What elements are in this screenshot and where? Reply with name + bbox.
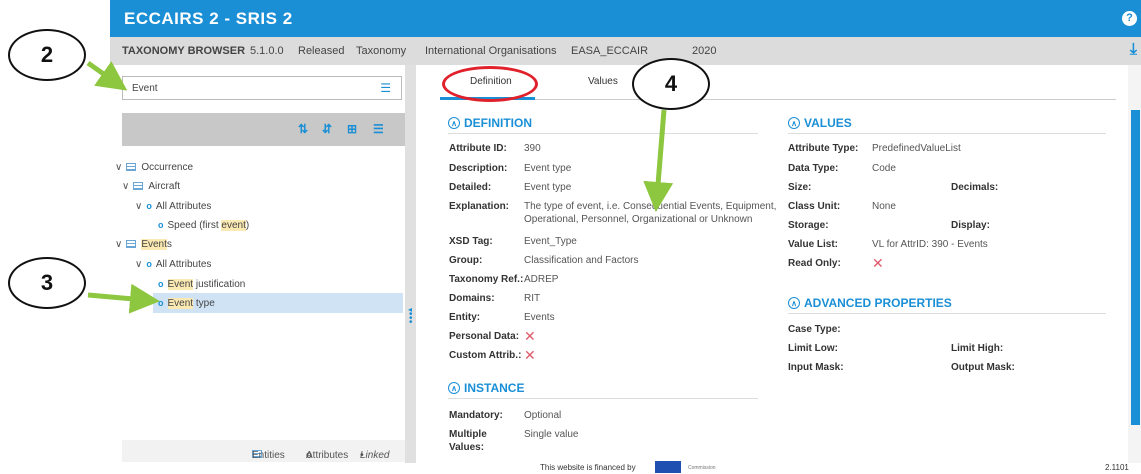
arrow-to-event-type xyxy=(87,283,160,314)
annotation-arrows xyxy=(86,60,674,314)
definition-tab-highlight-ring xyxy=(442,66,538,102)
annotation-3: 3 xyxy=(8,257,86,309)
annotation-4: 4 xyxy=(632,58,710,110)
annotation-2: 2 xyxy=(8,29,86,81)
arrow-to-explanation xyxy=(643,109,674,212)
arrow-to-search xyxy=(86,60,128,91)
